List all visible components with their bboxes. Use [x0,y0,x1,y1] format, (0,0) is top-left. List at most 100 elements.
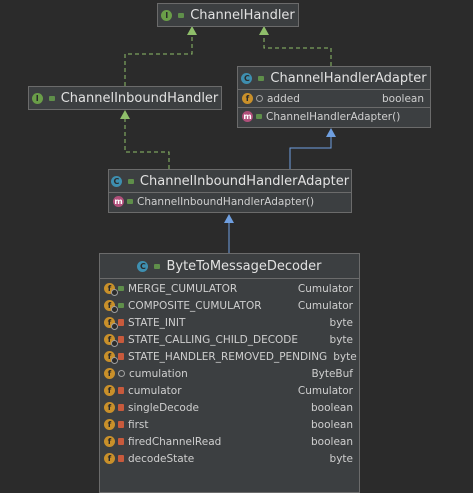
static-field-icon: f [104,300,118,313]
field-type: boolean [382,92,424,105]
field-type: Cumulator [297,282,353,295]
method-icon: m [242,111,253,122]
private-visibility-icon [118,353,124,360]
private-visibility-icon [118,438,124,445]
interface-icon: I [161,9,173,21]
class-box-channel-inbound-handler[interactable]: I ChannelInboundHandler [28,86,222,110]
edge-inbound-adapter-to-inbound [124,114,170,169]
static-field-icon: f [104,317,118,330]
field-name: cumulation [129,367,188,380]
arrowhead-inbound-adapter [224,214,234,223]
private-visibility-icon [118,455,124,462]
public-visibility-icon [127,199,133,204]
field-type: Cumulator [297,299,353,312]
class-box-channel-handler-adapter[interactable]: C ChannelHandlerAdapter f added boolean … [237,66,431,128]
class-name: ChannelInboundHandlerAdapter [139,173,350,189]
field-row[interactable]: f added boolean [238,90,430,107]
field-icon: f [104,419,115,430]
method-row[interactable]: m ChannelHandlerAdapter() [238,108,430,125]
field-icon: f [104,436,115,447]
abstract-class-icon: C [137,260,149,272]
public-visibility-icon [154,263,161,269]
static-field-icon: f [104,283,118,296]
method-icon: m [113,196,124,207]
arrowhead-handler-left [187,26,197,35]
edge-adapter-to-handler [263,30,332,66]
class-box-byte-to-message-decoder[interactable]: C ByteToMessageDecoder f MERGE_CUMULATOR… [99,253,360,493]
arrowhead-handler-right [259,26,269,35]
private-visibility-icon [118,336,124,343]
public-visibility-icon [127,178,134,184]
field-row[interactable]: f first boolean [100,416,359,433]
field-name: decodeState [128,452,195,465]
class-box-channel-inbound-handler-adapter[interactable]: C ChannelInboundHandlerAdapter m Channel… [108,169,352,213]
arrowhead-adapter [326,128,336,137]
private-visibility-icon [118,319,124,326]
field-icon: f [104,402,115,413]
field-name: first [128,418,149,431]
field-row[interactable]: f MERGE_CUMULATOR Cumulator [100,280,359,297]
public-visibility-icon [178,12,185,18]
field-name: cumulator [128,384,182,397]
method-name: ChannelInboundHandlerAdapter() [137,195,315,208]
class-header: C ChannelInboundHandlerAdapter [109,170,351,192]
private-visibility-icon [118,404,124,411]
field-type: boolean [311,435,353,448]
static-field-icon: f [104,334,118,347]
field-row[interactable]: f firedChannelRead boolean [100,433,359,450]
field-type: boolean [311,418,353,431]
field-name: singleDecode [128,401,199,414]
package-visibility-icon [118,370,125,377]
field-row[interactable]: f STATE_HANDLER_REMOVED_PENDING byte [100,348,359,365]
package-visibility-icon [256,95,263,102]
static-field-icon: f [104,351,118,364]
edge-inbound-adapter-to-adapter [289,132,332,169]
class-name: ByteToMessageDecoder [166,258,322,274]
field-name: STATE_INIT [128,316,186,329]
field-icon: f [104,385,115,396]
field-type: Cumulator [297,384,353,397]
private-visibility-icon [118,387,124,394]
field-row[interactable]: f STATE_INIT byte [100,314,359,331]
field-name: STATE_HANDLER_REMOVED_PENDING [128,350,328,363]
arrowhead-inbound [120,110,130,119]
abstract-class-icon: C [241,72,253,84]
public-visibility-icon [118,286,124,291]
field-row[interactable]: f cumulation ByteBuf [100,365,359,382]
public-visibility-icon [118,303,124,308]
field-name: added [267,92,300,105]
public-visibility-icon [256,114,262,119]
class-icon: C [110,175,122,187]
field-icon: f [104,368,115,379]
field-type: boolean [311,401,353,414]
field-name: MERGE_CUMULATOR [128,282,238,295]
public-visibility-icon [48,95,55,101]
field-name: COMPOSITE_CUMULATOR [128,299,262,312]
field-type: byte [329,316,353,329]
field-row[interactable]: f singleDecode boolean [100,399,359,416]
field-icon: f [104,453,115,464]
field-name: STATE_CALLING_CHILD_DECODE [128,333,299,346]
field-row[interactable]: f cumulator Cumulator [100,382,359,399]
field-icon: f [242,93,253,104]
field-type: byte [329,452,353,465]
field-row[interactable]: f decodeState byte [100,450,359,467]
class-header: I ChannelInboundHandler [29,87,221,109]
field-row[interactable]: f COMPOSITE_CUMULATOR Cumulator [100,297,359,314]
interface-icon: I [31,92,43,104]
public-visibility-icon [258,75,265,81]
method-name: ChannelHandlerAdapter() [266,110,401,123]
class-name: ChannelHandlerAdapter [270,70,427,86]
class-box-channel-handler[interactable]: I ChannelHandler [157,3,299,27]
class-header: C ByteToMessageDecoder [100,254,359,278]
field-type: ByteBuf [311,367,353,380]
class-header: C ChannelHandlerAdapter [238,67,430,89]
method-row[interactable]: m ChannelInboundHandlerAdapter() [109,193,351,210]
field-row[interactable]: f STATE_CALLING_CHILD_DECODE byte [100,331,359,348]
class-name: ChannelHandler [190,7,295,23]
class-header: I ChannelHandler [158,4,298,26]
field-list: f MERGE_CUMULATOR Cumulator f COMPOSITE_… [100,279,359,467]
field-name: firedChannelRead [128,435,222,448]
private-visibility-icon [118,421,124,428]
field-type: byte [329,333,353,346]
